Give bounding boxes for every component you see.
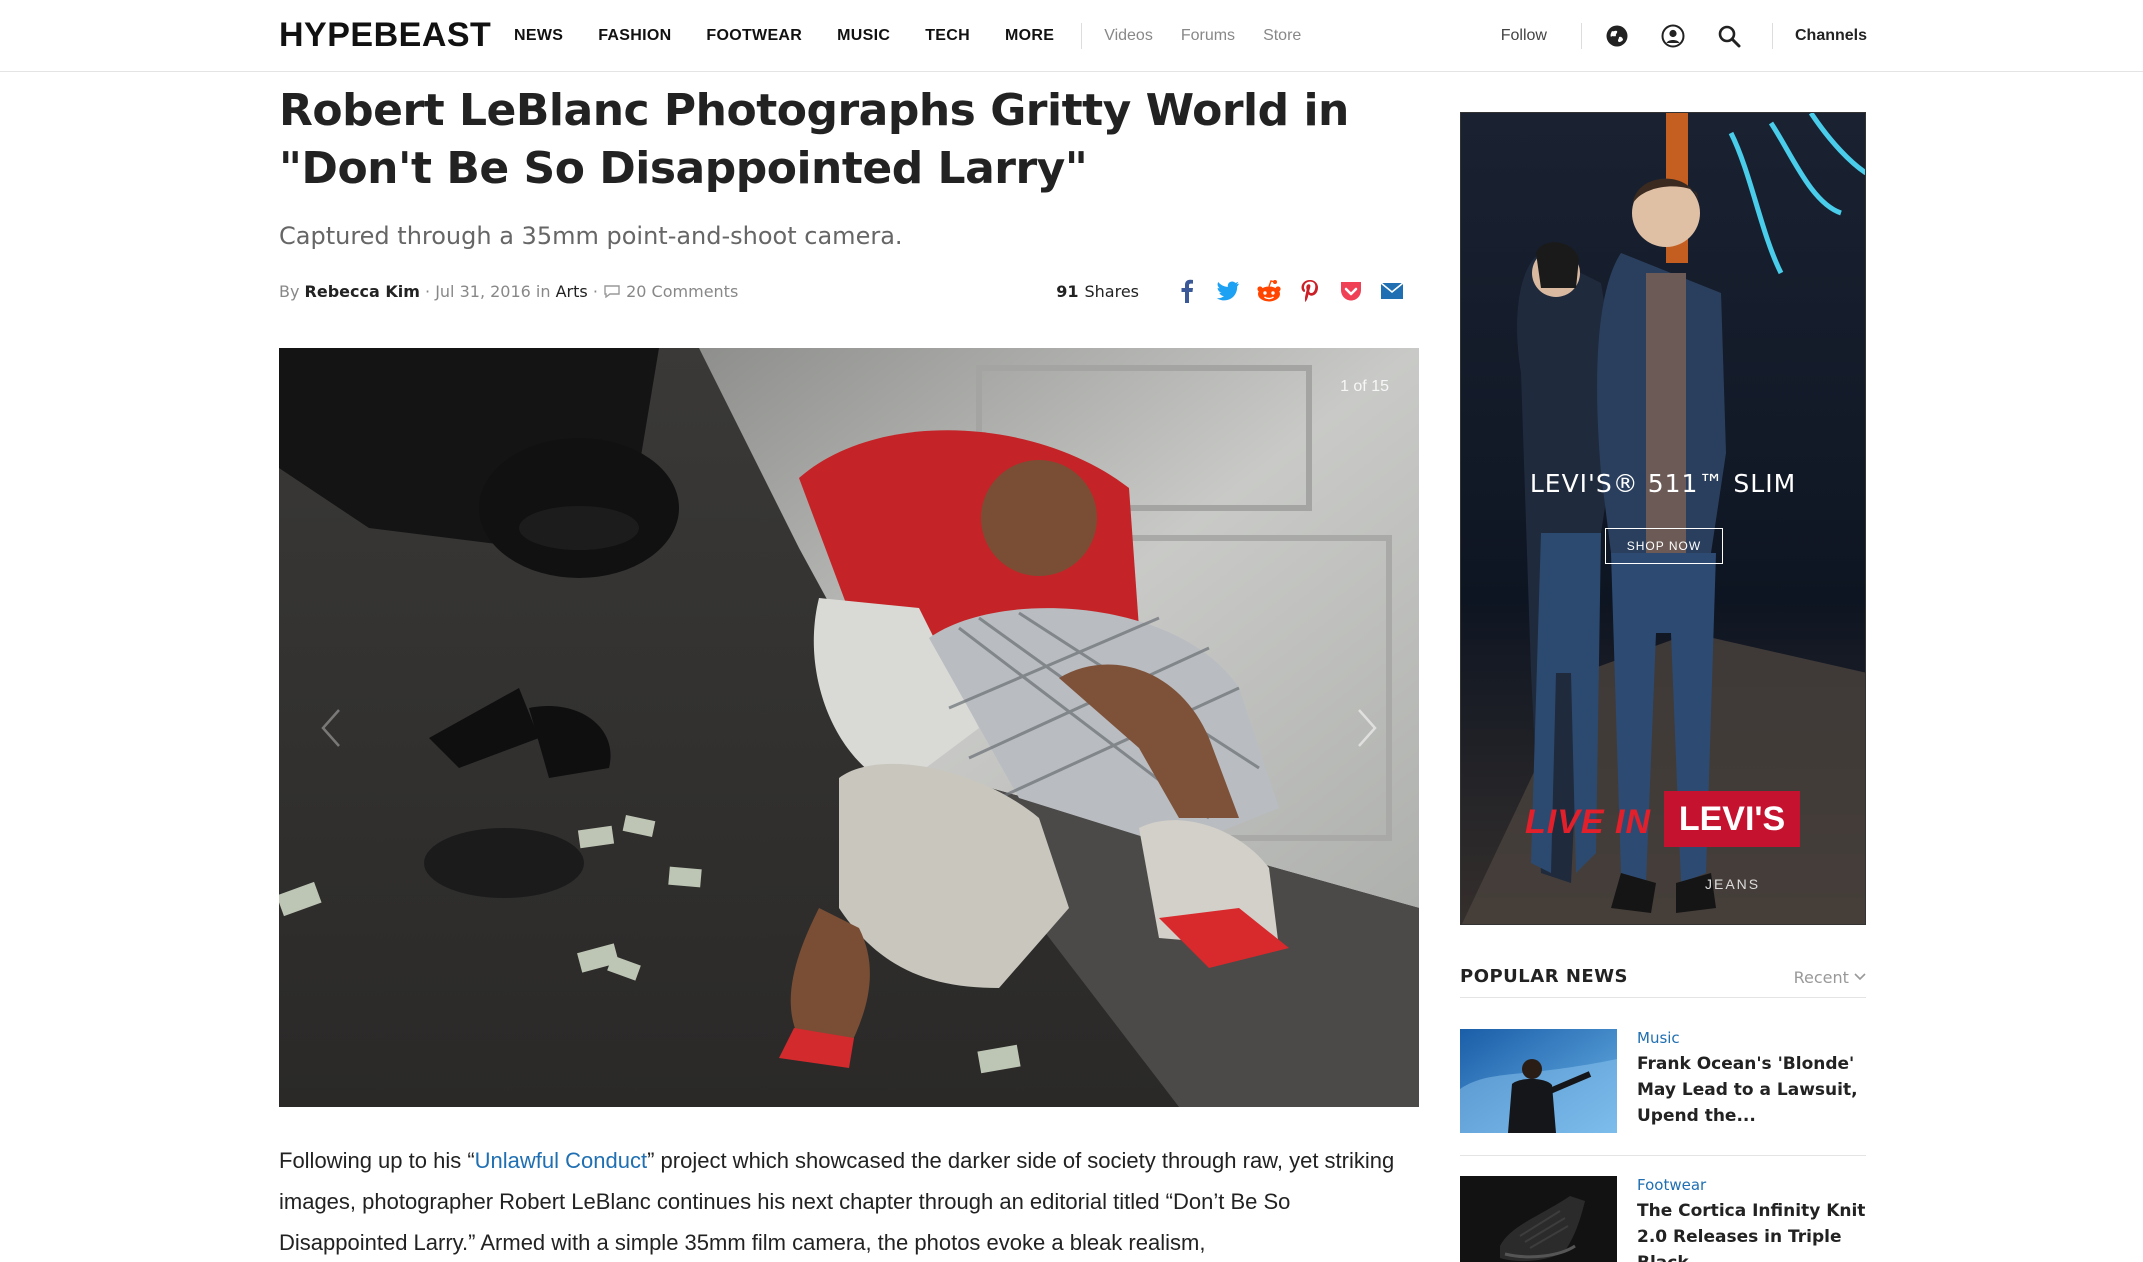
site-logo[interactable]: HYPEBEAST	[279, 16, 491, 55]
author-link[interactable]: Rebecca Kim	[305, 282, 420, 301]
popular-news-header: POPULAR NEWS Recent	[1460, 966, 1866, 998]
shares-count: 91	[1056, 281, 1079, 301]
popular-filter-label: Recent	[1793, 968, 1849, 987]
article-body: Following up to his “Unlawful Conduct” p…	[279, 1140, 1419, 1262]
unlawful-conduct-link[interactable]: Unlawful Conduct	[475, 1148, 647, 1173]
ad-headline: LEVI'S® 511™ SLIM	[1529, 469, 1797, 498]
comments-link[interactable]: 20 Comments	[626, 282, 738, 301]
facebook-icon[interactable]	[1174, 278, 1200, 304]
sidebar-ad[interactable]: LEVI'S® 511™ SLIM SHOP NOW LIVE IN LEVI'…	[1460, 112, 1866, 925]
main-nav: NEWS FASHION FOOTWEAR MUSIC TECH MORE Vi…	[514, 0, 1329, 72]
header-actions: Follow Channels	[1501, 0, 1867, 72]
popular-news-item[interactable]: Music Frank Ocean's 'Blonde' May Lead to…	[1460, 1029, 1866, 1137]
ad-brand-sub: JEANS	[1705, 876, 1761, 892]
shares-label: Shares	[1084, 281, 1139, 301]
popular-filter-dropdown[interactable]: Recent	[1794, 968, 1866, 987]
nav-footwear[interactable]: FOOTWEAR	[706, 27, 802, 45]
nav-music[interactable]: MUSIC	[837, 27, 890, 45]
category-link[interactable]: Arts	[556, 282, 588, 301]
header-divider	[1580, 23, 1582, 49]
article-gallery-image[interactable]: 1 of 15	[279, 348, 1419, 1107]
channels-menu[interactable]: Channels	[1795, 27, 1867, 45]
article-subtitle: Captured through a 35mm point-and-shoot …	[279, 222, 903, 250]
news-thumbnail-image	[1460, 1176, 1617, 1262]
globe-icon[interactable]	[1604, 23, 1630, 49]
site-header: HYPEBEAST NEWS FASHION FOOTWEAR MUSIC TE…	[0, 0, 2143, 72]
body-text-intro: Following up to his “	[279, 1148, 475, 1173]
search-icon[interactable]	[1716, 23, 1742, 49]
email-icon[interactable]	[1379, 278, 1405, 304]
gallery-photo	[279, 348, 1419, 1107]
chevron-down-icon	[1854, 973, 1866, 981]
article-meta: By Rebecca Kim · Jul 31, 2016 in Arts · …	[279, 278, 1419, 308]
news-category[interactable]: Music	[1637, 1029, 1680, 1047]
nav-tech[interactable]: TECH	[925, 27, 970, 45]
nav-forums[interactable]: Forums	[1181, 27, 1235, 45]
gallery-next-arrow[interactable]	[1355, 708, 1379, 753]
news-thumbnail[interactable]	[1460, 1176, 1617, 1262]
byline-prefix: By	[279, 282, 300, 301]
nav-news[interactable]: NEWS	[514, 27, 563, 45]
article-title: Robert LeBlanc Photographs Gritty World …	[279, 85, 1349, 194]
follow-link[interactable]: Follow	[1501, 27, 1547, 45]
ad-shop-now-button[interactable]: SHOP NOW	[1605, 528, 1723, 564]
nav-videos[interactable]: Videos	[1104, 27, 1153, 45]
news-thumbnail[interactable]	[1460, 1029, 1617, 1133]
pocket-icon[interactable]	[1338, 278, 1364, 304]
ad-brand-logo: LEVI'S	[1664, 791, 1800, 847]
news-category[interactable]: Footwear	[1637, 1176, 1706, 1194]
article-header: Robert LeBlanc Photographs Gritty World …	[279, 82, 1419, 308]
nav-store[interactable]: Store	[1263, 27, 1301, 45]
byline: By Rebecca Kim · Jul 31, 2016 in Arts · …	[279, 282, 738, 301]
publish-date: · Jul 31, 2016 in	[425, 282, 551, 301]
nav-divider	[1081, 23, 1083, 49]
ad-tagline: LIVE IN	[1525, 803, 1652, 841]
news-divider	[1460, 1155, 1866, 1156]
meta-dot: ·	[592, 282, 598, 301]
popular-news-title: POPULAR NEWS	[1460, 966, 1629, 987]
popular-news-item[interactable]: Footwear The Cortica Infinity Knit 2.0 R…	[1460, 1176, 1866, 1262]
header-divider-2	[1771, 23, 1773, 49]
twitter-icon[interactable]	[1215, 278, 1241, 304]
news-title[interactable]: Frank Ocean's 'Blonde' May Lead to a Law…	[1637, 1051, 1867, 1129]
nav-more[interactable]: MORE	[1005, 27, 1054, 45]
news-thumbnail-image	[1460, 1029, 1617, 1133]
news-title[interactable]: The Cortica Infinity Knit 2.0 Releases i…	[1637, 1198, 1867, 1262]
nav-fashion[interactable]: FASHION	[598, 27, 671, 45]
share-bar: 91 Shares	[1056, 278, 1405, 304]
comment-icon	[604, 285, 620, 299]
pinterest-icon[interactable]	[1297, 278, 1323, 304]
gallery-counter: 1 of 15	[1340, 378, 1389, 395]
reddit-icon[interactable]	[1256, 278, 1282, 304]
user-icon[interactable]	[1660, 23, 1686, 49]
gallery-prev-arrow[interactable]	[319, 708, 343, 753]
